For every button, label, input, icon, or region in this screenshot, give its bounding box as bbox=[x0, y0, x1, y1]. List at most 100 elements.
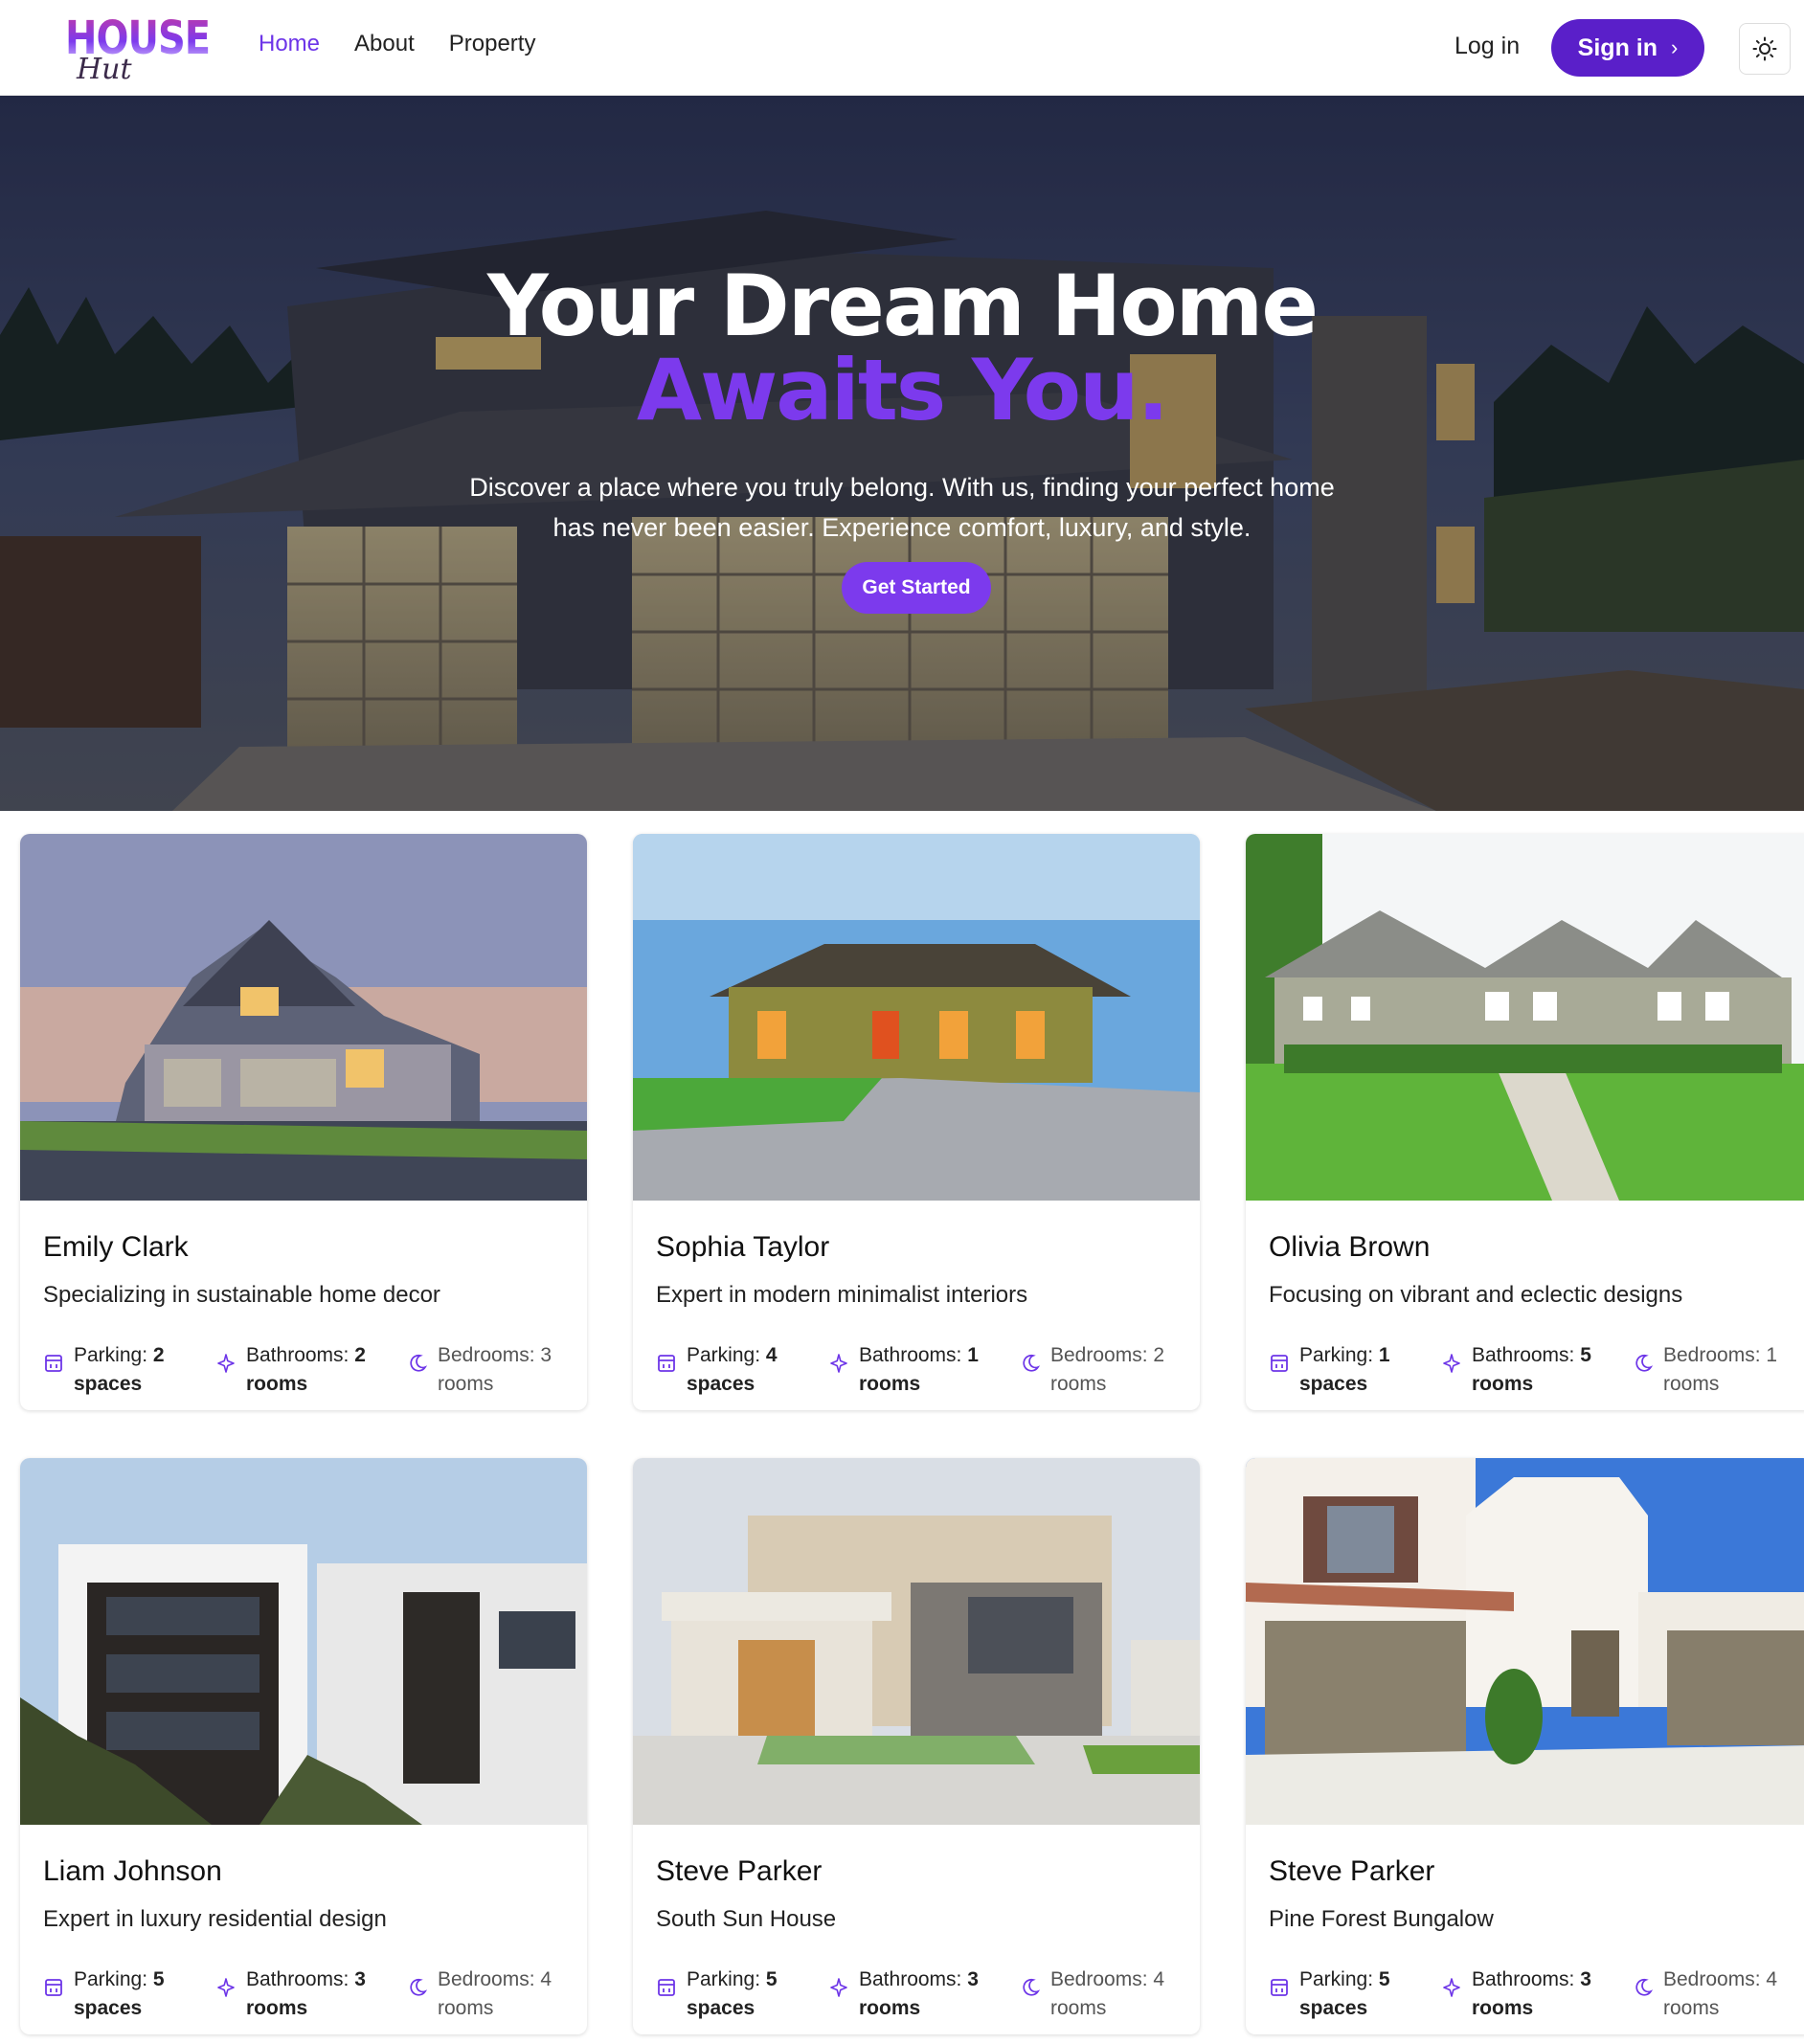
property-image[interactable] bbox=[633, 834, 1200, 1201]
building-icon bbox=[1269, 1977, 1290, 1998]
stat-bedrooms: Bedrooms: 4 rooms bbox=[1020, 1965, 1192, 2023]
property-image[interactable] bbox=[1246, 834, 1804, 1201]
stat-bedrooms: Bedrooms: 1 rooms bbox=[1633, 1341, 1804, 1399]
stat-parking-text: Parking: 5 spaces bbox=[1299, 1968, 1390, 2019]
stat-parking: Parking: 4 spaces bbox=[656, 1341, 828, 1399]
sparkle-icon bbox=[1441, 1353, 1462, 1374]
card-stats: Parking: 5 spaces Bathrooms: 3 rooms Bedroom… bbox=[43, 1965, 579, 2023]
property-card[interactable]: Emily Clark Specializing in sustainable h… bbox=[20, 834, 587, 1410]
building-icon bbox=[43, 1353, 64, 1374]
card-description: South Sun House bbox=[656, 1906, 837, 1932]
card-stats: Parking: 5 spaces Bathrooms: 3 rooms Bedroom… bbox=[1269, 1965, 1804, 2023]
login-link[interactable]: Log in bbox=[1454, 33, 1520, 60]
moon-icon bbox=[1633, 1977, 1654, 1998]
stat-parking-text: Parking: 5 spaces bbox=[74, 1968, 165, 2019]
card-stats: Parking: 1 spaces Bathrooms: 5 rooms Bedroom… bbox=[1269, 1341, 1804, 1399]
card-name: Sophia Taylor bbox=[656, 1231, 830, 1263]
stat-parking: Parking: 5 spaces bbox=[1269, 1965, 1441, 2023]
stat-bathrooms-text: Bathrooms: 2 rooms bbox=[246, 1344, 366, 1395]
chevron-right-icon: › bbox=[1671, 35, 1679, 59]
stat-bathrooms: Bathrooms: 5 rooms bbox=[1441, 1341, 1633, 1399]
building-icon bbox=[1269, 1353, 1290, 1374]
sparkle-icon bbox=[215, 1353, 237, 1374]
stat-bedrooms-text: Bedrooms: 3 rooms bbox=[438, 1344, 552, 1395]
stat-bathrooms: Bathrooms: 2 rooms bbox=[215, 1341, 407, 1399]
card-name: Steve Parker bbox=[656, 1855, 823, 1887]
nav-link-property[interactable]: Property bbox=[449, 31, 536, 57]
card-name: Olivia Brown bbox=[1269, 1231, 1431, 1263]
moon-icon bbox=[1020, 1977, 1041, 1998]
property-image[interactable] bbox=[20, 834, 587, 1201]
property-image[interactable] bbox=[633, 1458, 1200, 1825]
card-description: Focusing on vibrant and eclectic designs bbox=[1269, 1282, 1683, 1308]
moon-icon bbox=[1020, 1353, 1041, 1374]
card-name: Steve Parker bbox=[1269, 1855, 1435, 1887]
stat-parking-text: Parking: 4 spaces bbox=[687, 1344, 778, 1395]
property-card[interactable]: Liam Johnson Expert in luxury residential… bbox=[20, 1458, 587, 2034]
stat-bathrooms: Bathrooms: 3 rooms bbox=[1441, 1965, 1633, 2023]
stat-bathrooms-text: Bathrooms: 3 rooms bbox=[246, 1968, 366, 2019]
stat-bedrooms: Bedrooms: 4 rooms bbox=[407, 1965, 579, 2023]
property-card[interactable]: Steve Parker Pine Forest Bungalow Parking:… bbox=[1246, 1458, 1804, 2034]
moon-icon bbox=[1633, 1353, 1654, 1374]
stat-parking-text: Parking: 2 spaces bbox=[74, 1344, 165, 1395]
stat-bathrooms-text: Bathrooms: 3 rooms bbox=[1472, 1968, 1591, 2019]
hero-subtitle: Discover a place where you truly belong.… bbox=[469, 473, 1335, 542]
sun-icon bbox=[1752, 36, 1777, 61]
stat-bedrooms-text: Bedrooms: 4 rooms bbox=[1663, 1968, 1778, 2019]
card-stats: Parking: 4 spaces Bathrooms: 1 rooms Bedroom… bbox=[656, 1341, 1192, 1399]
card-description: Expert in luxury residential design bbox=[43, 1906, 387, 1932]
hero-section: Your Dream Home Awaits You. Discover a p… bbox=[0, 96, 1804, 811]
nav-links: Home About Property bbox=[259, 31, 535, 57]
stat-bedrooms: Bedrooms: 2 rooms bbox=[1020, 1341, 1192, 1399]
property-card[interactable]: Olivia Brown Focusing on vibrant and ecle… bbox=[1246, 834, 1804, 1410]
stat-bedrooms-text: Bedrooms: 4 rooms bbox=[438, 1968, 552, 2019]
card-stats: Parking: 5 spaces Bathrooms: 3 rooms Bedroom… bbox=[656, 1965, 1192, 2023]
nav-link-about[interactable]: About bbox=[354, 31, 415, 57]
stat-bedrooms-text: Bedrooms: 2 rooms bbox=[1050, 1344, 1165, 1395]
stat-bathrooms-text: Bathrooms: 3 rooms bbox=[859, 1968, 979, 2019]
hero-overlay bbox=[0, 96, 1804, 811]
moon-icon bbox=[407, 1977, 428, 1998]
nav-link-home[interactable]: Home bbox=[259, 31, 320, 57]
stat-parking: Parking: 5 spaces bbox=[656, 1965, 828, 2023]
stat-bathrooms: Bathrooms: 3 rooms bbox=[828, 1965, 1020, 2023]
signin-label: Sign in bbox=[1577, 34, 1657, 61]
stat-bedrooms: Bedrooms: 4 rooms bbox=[1633, 1965, 1804, 2023]
logo-script: Hut bbox=[77, 53, 132, 86]
stat-bathrooms: Bathrooms: 1 rooms bbox=[828, 1341, 1020, 1399]
theme-toggle-button[interactable] bbox=[1739, 23, 1791, 75]
brand-logo[interactable]: HOUSE Hut bbox=[65, 13, 211, 86]
sparkle-icon bbox=[828, 1977, 849, 1998]
property-image[interactable] bbox=[20, 1458, 587, 1825]
card-name: Liam Johnson bbox=[43, 1855, 222, 1887]
building-icon bbox=[656, 1353, 677, 1374]
property-card[interactable]: Steve Parker South Sun House Parking: 5 spa… bbox=[633, 1458, 1200, 2034]
stat-bedrooms-text: Bedrooms: 1 rooms bbox=[1663, 1344, 1778, 1395]
card-description: Pine Forest Bungalow bbox=[1269, 1906, 1494, 1932]
sparkle-icon bbox=[828, 1353, 849, 1374]
moon-icon bbox=[407, 1353, 428, 1374]
stat-bedrooms: Bedrooms: 3 rooms bbox=[407, 1341, 579, 1399]
card-description: Expert in modern minimalist interiors bbox=[656, 1282, 1028, 1308]
stat-parking: Parking: 1 spaces bbox=[1269, 1341, 1441, 1399]
card-name: Emily Clark bbox=[43, 1231, 189, 1263]
stat-parking-text: Parking: 5 spaces bbox=[687, 1968, 778, 2019]
stat-bedrooms-text: Bedrooms: 4 rooms bbox=[1050, 1968, 1165, 2019]
stat-parking: Parking: 5 spaces bbox=[43, 1965, 215, 2023]
get-started-button[interactable]: Get Started bbox=[842, 562, 991, 614]
top-navbar: HOUSE Hut Home About Property Log in Sig… bbox=[0, 0, 1804, 96]
signin-button[interactable]: Sign in › bbox=[1551, 19, 1704, 77]
card-stats: Parking: 2 spaces Bathrooms: 2 rooms Bedroom… bbox=[43, 1341, 579, 1399]
property-image[interactable] bbox=[1246, 1458, 1804, 1825]
stat-parking-text: Parking: 1 spaces bbox=[1299, 1344, 1390, 1395]
stat-bathrooms: Bathrooms: 3 rooms bbox=[215, 1965, 407, 2023]
sparkle-icon bbox=[215, 1977, 237, 1998]
stat-bathrooms-text: Bathrooms: 1 rooms bbox=[859, 1344, 979, 1395]
property-card[interactable]: Sophia Taylor Expert in modern minimalist… bbox=[633, 834, 1200, 1410]
sparkle-icon bbox=[1441, 1977, 1462, 1998]
stat-bathrooms-text: Bathrooms: 5 rooms bbox=[1472, 1344, 1591, 1395]
building-icon bbox=[656, 1977, 677, 1998]
hero-title-line2: Awaits You. bbox=[636, 341, 1169, 439]
card-description: Specializing in sustainable home decor bbox=[43, 1282, 440, 1308]
